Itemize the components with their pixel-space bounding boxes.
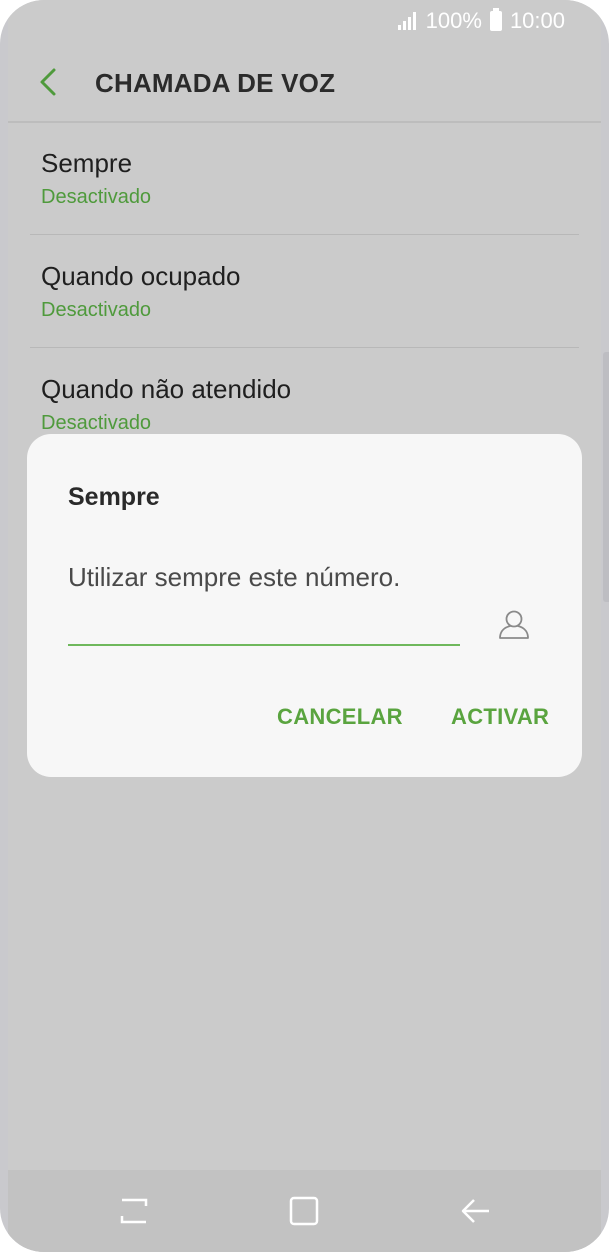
activate-button[interactable]: ACTIVAR: [451, 704, 549, 730]
contact-person-icon: [499, 610, 529, 639]
phone-number-input[interactable]: [68, 604, 460, 646]
battery-percentage: 100%: [425, 8, 482, 33]
status-bar: 100% 10:00: [8, 0, 601, 44]
contacts-button[interactable]: [495, 606, 533, 644]
signal-strength-icon: [397, 12, 416, 30]
back-arrow-icon: [461, 1199, 489, 1223]
list-item-status: Desactivado: [41, 412, 152, 434]
battery-icon: [489, 8, 502, 31]
status-indicators: 100% 10:00: [397, 8, 565, 34]
navigation-bar: [8, 1170, 601, 1252]
call-forwarding-dialog: Sempre Utilizar sempre este número. CANC…: [27, 434, 582, 777]
list-item-quando-ocupado[interactable]: Quando ocupado Desactivado: [8, 235, 601, 348]
clock: 10:00: [509, 8, 565, 33]
list-item-sempre[interactable]: Sempre Desactivado: [8, 122, 601, 235]
page-title: CHAMADA DE VOZ: [95, 68, 336, 98]
list-item-title: Quando ocupado: [41, 261, 241, 291]
app-header: CHAMADA DE VOZ: [8, 44, 601, 122]
recents-icon: [120, 1198, 148, 1224]
back-button[interactable]: [30, 62, 70, 102]
device-frame: 100% 10:00 CHAMADA DE VOZ Sempre Desacti…: [0, 0, 609, 1252]
device-side-button: [603, 352, 609, 602]
dialog-message: Utilizar sempre este número.: [68, 562, 401, 592]
home-icon: [289, 1196, 319, 1226]
list-item-status: Desactivado: [41, 186, 152, 208]
list-item-title: Sempre: [41, 148, 133, 178]
list-item-title: Quando não atendido: [41, 374, 292, 404]
recents-button[interactable]: [112, 1192, 156, 1232]
home-button[interactable]: [282, 1192, 326, 1232]
back-nav-button[interactable]: [454, 1192, 498, 1232]
cancel-button[interactable]: CANCELAR: [277, 704, 403, 730]
chevron-left-icon: [40, 68, 56, 96]
dialog-title: Sempre: [68, 483, 160, 511]
list-item-status: Desactivado: [41, 299, 152, 321]
